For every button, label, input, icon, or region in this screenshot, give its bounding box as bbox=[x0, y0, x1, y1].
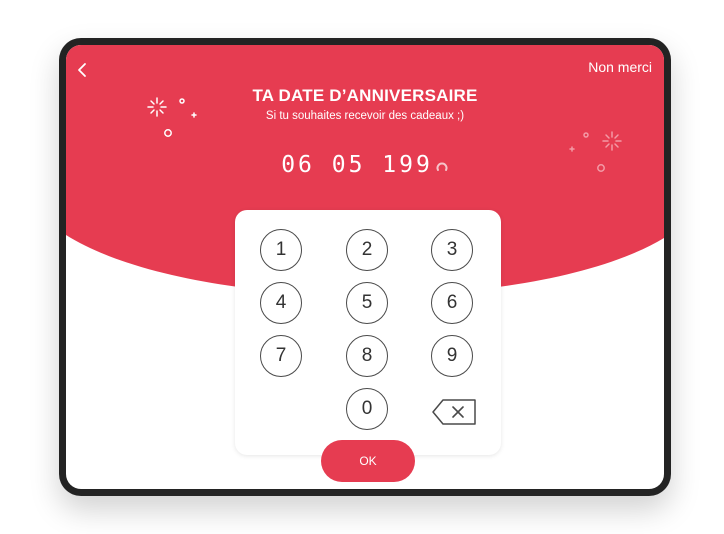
key-2[interactable]: 2 bbox=[346, 229, 388, 271]
key-5[interactable]: 5 bbox=[346, 282, 388, 324]
key-8[interactable]: 8 bbox=[346, 335, 388, 377]
birthdate-display: 06 05 199 bbox=[66, 152, 664, 178]
page-subtitle: Si tu souhaites recevoir des cadeaux ;) bbox=[265, 110, 465, 122]
back-button[interactable] bbox=[72, 59, 92, 81]
chevron-left-icon bbox=[78, 63, 86, 77]
page-title: TA DATE D’ANNIVERSAIRE bbox=[252, 86, 478, 105]
key-7[interactable]: 7 bbox=[260, 335, 302, 377]
skip-button[interactable]: Non merci bbox=[588, 59, 652, 75]
birthdate-value: 06 05 199 bbox=[281, 152, 433, 178]
key-6[interactable]: 6 bbox=[431, 282, 473, 324]
key-1[interactable]: 1 bbox=[260, 229, 302, 271]
tablet-screen: Non merci TA DATE D’ANNIVERSAIRE Si tu s… bbox=[66, 45, 664, 489]
key-9[interactable]: 9 bbox=[431, 335, 473, 377]
tablet-frame: Non merci TA DATE D’ANNIVERSAIRE Si tu s… bbox=[59, 38, 671, 496]
backspace-icon bbox=[432, 399, 476, 425]
ok-button[interactable]: OK bbox=[321, 440, 415, 482]
loading-spinner-icon bbox=[436, 162, 448, 171]
key-0[interactable]: 0 bbox=[346, 388, 388, 430]
backspace-button[interactable] bbox=[431, 398, 477, 426]
numeric-keypad: 1 2 3 4 5 6 7 8 9 0 bbox=[235, 210, 501, 455]
key-3[interactable]: 3 bbox=[431, 229, 473, 271]
key-4[interactable]: 4 bbox=[260, 282, 302, 324]
